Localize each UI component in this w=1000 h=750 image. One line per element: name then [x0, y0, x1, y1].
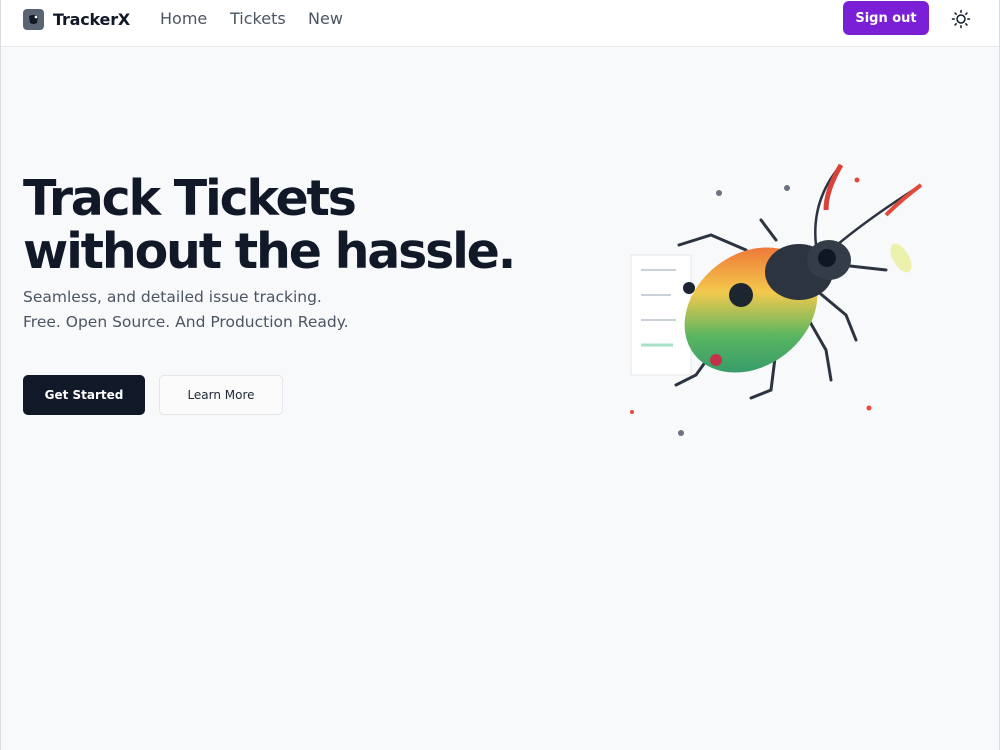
page: TrackerX Home Tickets New Sign out Track… [0, 0, 1000, 750]
hero-title-line-1: Track Tickets [23, 170, 357, 227]
hero-title-line-2: without the hassle. [23, 223, 516, 280]
hero-subtitle: Seamless, and detailed issue tracking. F… [23, 285, 443, 335]
nav-link-home[interactable]: Home [160, 8, 230, 30]
hero-subtitle-line-1: Seamless, and detailed issue tracking. [23, 288, 322, 306]
hero-subtitle-line-2: Free. Open Source. And Production Ready. [23, 313, 349, 331]
top-navbar: TrackerX Home Tickets New Sign out [1, 0, 999, 47]
hero-title: Track Tickets without the hassle. [23, 172, 543, 278]
brand-name: TrackerX [53, 9, 131, 29]
main-nav: Home Tickets New [160, 8, 348, 30]
nav-link-new[interactable]: New [308, 8, 348, 30]
get-started-button[interactable]: Get Started [23, 375, 145, 415]
bug-icon [23, 8, 44, 30]
brand-link[interactable]: TrackerX [23, 8, 130, 30]
beetle-illustration [630, 163, 923, 436]
sun-icon [951, 9, 971, 29]
theme-toggle-button[interactable] [947, 5, 975, 33]
learn-more-button[interactable]: Learn More [159, 375, 283, 415]
sign-out-button[interactable]: Sign out [843, 1, 929, 35]
nav-link-tickets[interactable]: Tickets [230, 8, 308, 30]
